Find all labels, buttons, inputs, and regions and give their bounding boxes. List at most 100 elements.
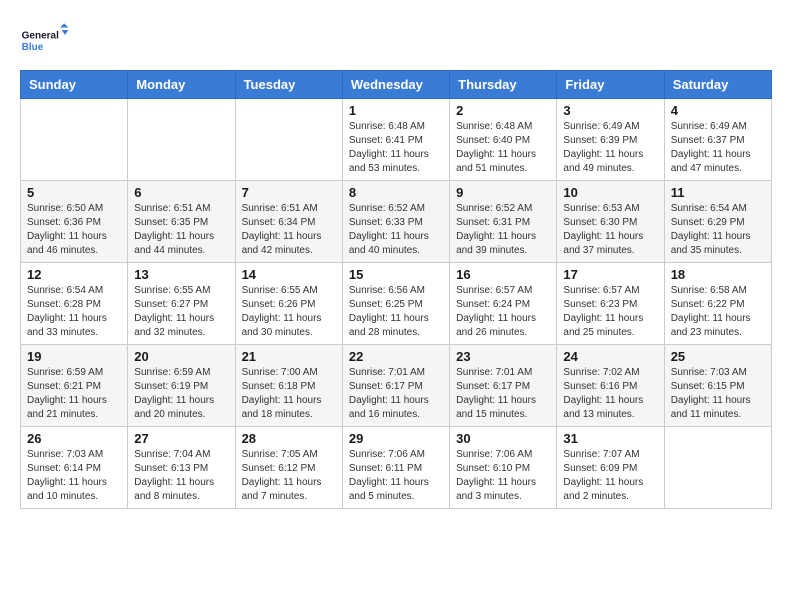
day-number: 28 xyxy=(242,431,336,446)
day-number: 4 xyxy=(671,103,765,118)
day-number: 11 xyxy=(671,185,765,200)
day-number: 6 xyxy=(134,185,228,200)
day-number: 23 xyxy=(456,349,550,364)
day-info: Sunrise: 6:48 AM Sunset: 6:41 PM Dayligh… xyxy=(349,120,443,176)
calendar-cell: 19Sunrise: 6:59 AM Sunset: 6:21 PM Dayli… xyxy=(21,345,128,427)
calendar-cell: 27 Sunrise: 7:04 AM Sunset: 6:13 PM Dayli… xyxy=(128,427,235,509)
day-info: Sunrise: 6:59 AM Sunset: 6:19 PM Dayligh… xyxy=(134,366,228,422)
day-info: Sunrise: 6:54 AM Sunset: 6:28 PM Dayligh… xyxy=(27,284,121,340)
calendar-cell: 20 Sunrise: 6:59 AM Sunset: 6:19 PM Dayli… xyxy=(128,345,235,427)
day-info: Sunrise: 6:54 AM Sunset: 6:29 PM Dayligh… xyxy=(671,202,765,258)
day-number: 1 xyxy=(349,103,443,118)
calendar-cell: 17Sunrise: 6:57 AM Sunset: 6:23 PM Dayli… xyxy=(557,263,664,345)
calendar-cell: 14Sunrise: 6:55 AM Sunset: 6:26 PM Dayli… xyxy=(235,263,342,345)
calendar-header: SundayMondayTuesdayWednesdayThursdayFrid… xyxy=(21,71,772,99)
day-number: 31 xyxy=(563,431,657,446)
day-number: 21 xyxy=(242,349,336,364)
day-number: 30 xyxy=(456,431,550,446)
calendar-week-row: 19Sunrise: 6:59 AM Sunset: 6:21 PM Dayli… xyxy=(21,345,772,427)
svg-text:General: General xyxy=(22,30,59,41)
day-info: Sunrise: 7:02 AM Sunset: 6:16 PM Dayligh… xyxy=(563,366,657,422)
weekday-header: Saturday xyxy=(664,71,771,99)
calendar-cell: 23 Sunrise: 7:01 AM Sunset: 6:17 PM Dayli… xyxy=(450,345,557,427)
calendar-cell: 29 Sunrise: 7:06 AM Sunset: 6:11 PM Dayli… xyxy=(342,427,449,509)
day-number: 12 xyxy=(27,267,121,282)
day-number: 18 xyxy=(671,267,765,282)
day-number: 29 xyxy=(349,431,443,446)
calendar-cell: 15 Sunrise: 6:56 AM Sunset: 6:25 PM Dayli… xyxy=(342,263,449,345)
day-info: Sunrise: 7:05 AM Sunset: 6:12 PM Dayligh… xyxy=(242,448,336,504)
day-info: Sunrise: 7:06 AM Sunset: 6:11 PM Dayligh… xyxy=(349,448,443,504)
day-info: Sunrise: 6:53 AM Sunset: 6:30 PM Dayligh… xyxy=(563,202,657,258)
calendar-cell xyxy=(664,427,771,509)
svg-text:Blue: Blue xyxy=(22,42,44,53)
day-info: Sunrise: 7:01 AM Sunset: 6:17 PM Dayligh… xyxy=(349,366,443,422)
day-info: Sunrise: 6:55 AM Sunset: 6:27 PM Dayligh… xyxy=(134,284,228,340)
logo: General Blue xyxy=(20,20,70,60)
calendar-week-row: 5 Sunrise: 6:50 AM Sunset: 6:36 PM Daylig… xyxy=(21,181,772,263)
day-number: 26 xyxy=(27,431,121,446)
day-info: Sunrise: 6:57 AM Sunset: 6:24 PM Dayligh… xyxy=(456,284,550,340)
weekday-header: Friday xyxy=(557,71,664,99)
day-number: 27 xyxy=(134,431,228,446)
weekday-header: Tuesday xyxy=(235,71,342,99)
calendar-cell: 6 Sunrise: 6:51 AM Sunset: 6:35 PM Daylig… xyxy=(128,181,235,263)
day-number: 24 xyxy=(563,349,657,364)
calendar-cell xyxy=(235,99,342,181)
calendar-cell: 12 Sunrise: 6:54 AM Sunset: 6:28 PM Dayli… xyxy=(21,263,128,345)
day-number: 9 xyxy=(456,185,550,200)
day-number: 22 xyxy=(349,349,443,364)
calendar-cell: 24 Sunrise: 7:02 AM Sunset: 6:16 PM Dayli… xyxy=(557,345,664,427)
day-number: 2 xyxy=(456,103,550,118)
calendar-week-row: 12 Sunrise: 6:54 AM Sunset: 6:28 PM Dayli… xyxy=(21,263,772,345)
day-number: 3 xyxy=(563,103,657,118)
day-number: 17 xyxy=(563,267,657,282)
day-info: Sunrise: 7:06 AM Sunset: 6:10 PM Dayligh… xyxy=(456,448,550,504)
calendar-cell: 8Sunrise: 6:52 AM Sunset: 6:33 PM Daylig… xyxy=(342,181,449,263)
day-info: Sunrise: 6:52 AM Sunset: 6:31 PM Dayligh… xyxy=(456,202,550,258)
logo-svg: General Blue xyxy=(20,20,70,60)
weekday-header: Monday xyxy=(128,71,235,99)
day-info: Sunrise: 7:01 AM Sunset: 6:17 PM Dayligh… xyxy=(456,366,550,422)
day-info: Sunrise: 6:51 AM Sunset: 6:34 PM Dayligh… xyxy=(242,202,336,258)
day-info: Sunrise: 7:00 AM Sunset: 6:18 PM Dayligh… xyxy=(242,366,336,422)
calendar-cell: 18 Sunrise: 6:58 AM Sunset: 6:22 PM Dayli… xyxy=(664,263,771,345)
calendar-cell: 21 Sunrise: 7:00 AM Sunset: 6:18 PM Dayli… xyxy=(235,345,342,427)
day-info: Sunrise: 6:50 AM Sunset: 6:36 PM Dayligh… xyxy=(27,202,121,258)
day-number: 5 xyxy=(27,185,121,200)
calendar-cell: 22 Sunrise: 7:01 AM Sunset: 6:17 PM Dayli… xyxy=(342,345,449,427)
calendar-cell: 30 Sunrise: 7:06 AM Sunset: 6:10 PM Dayli… xyxy=(450,427,557,509)
day-info: Sunrise: 7:03 AM Sunset: 6:14 PM Dayligh… xyxy=(27,448,121,504)
day-info: Sunrise: 7:07 AM Sunset: 6:09 PM Dayligh… xyxy=(563,448,657,504)
day-number: 15 xyxy=(349,267,443,282)
day-info: Sunrise: 6:56 AM Sunset: 6:25 PM Dayligh… xyxy=(349,284,443,340)
calendar-cell: 26 Sunrise: 7:03 AM Sunset: 6:14 PM Dayli… xyxy=(21,427,128,509)
day-number: 25 xyxy=(671,349,765,364)
day-number: 20 xyxy=(134,349,228,364)
calendar-cell: 1 Sunrise: 6:48 AM Sunset: 6:41 PM Daylig… xyxy=(342,99,449,181)
calendar-table: SundayMondayTuesdayWednesdayThursdayFrid… xyxy=(20,70,772,509)
day-number: 16 xyxy=(456,267,550,282)
calendar-cell: 9 Sunrise: 6:52 AM Sunset: 6:31 PM Daylig… xyxy=(450,181,557,263)
calendar-cell: 10 Sunrise: 6:53 AM Sunset: 6:30 PM Dayli… xyxy=(557,181,664,263)
day-info: Sunrise: 6:51 AM Sunset: 6:35 PM Dayligh… xyxy=(134,202,228,258)
calendar-cell: 16 Sunrise: 6:57 AM Sunset: 6:24 PM Dayli… xyxy=(450,263,557,345)
calendar-cell: 28 Sunrise: 7:05 AM Sunset: 6:12 PM Dayli… xyxy=(235,427,342,509)
day-info: Sunrise: 6:58 AM Sunset: 6:22 PM Dayligh… xyxy=(671,284,765,340)
day-number: 14 xyxy=(242,267,336,282)
day-info: Sunrise: 7:04 AM Sunset: 6:13 PM Dayligh… xyxy=(134,448,228,504)
calendar-cell: 2Sunrise: 6:48 AM Sunset: 6:40 PM Daylig… xyxy=(450,99,557,181)
calendar-cell: 4Sunrise: 6:49 AM Sunset: 6:37 PM Daylig… xyxy=(664,99,771,181)
day-number: 10 xyxy=(563,185,657,200)
calendar-cell: 25Sunrise: 7:03 AM Sunset: 6:15 PM Dayli… xyxy=(664,345,771,427)
day-info: Sunrise: 6:52 AM Sunset: 6:33 PM Dayligh… xyxy=(349,202,443,258)
calendar-cell xyxy=(128,99,235,181)
weekday-header: Sunday xyxy=(21,71,128,99)
day-number: 7 xyxy=(242,185,336,200)
weekday-header: Wednesday xyxy=(342,71,449,99)
calendar-cell: 11 Sunrise: 6:54 AM Sunset: 6:29 PM Dayli… xyxy=(664,181,771,263)
calendar-cell: 5 Sunrise: 6:50 AM Sunset: 6:36 PM Daylig… xyxy=(21,181,128,263)
calendar-cell xyxy=(21,99,128,181)
day-number: 13 xyxy=(134,267,228,282)
header: General Blue xyxy=(20,20,772,60)
